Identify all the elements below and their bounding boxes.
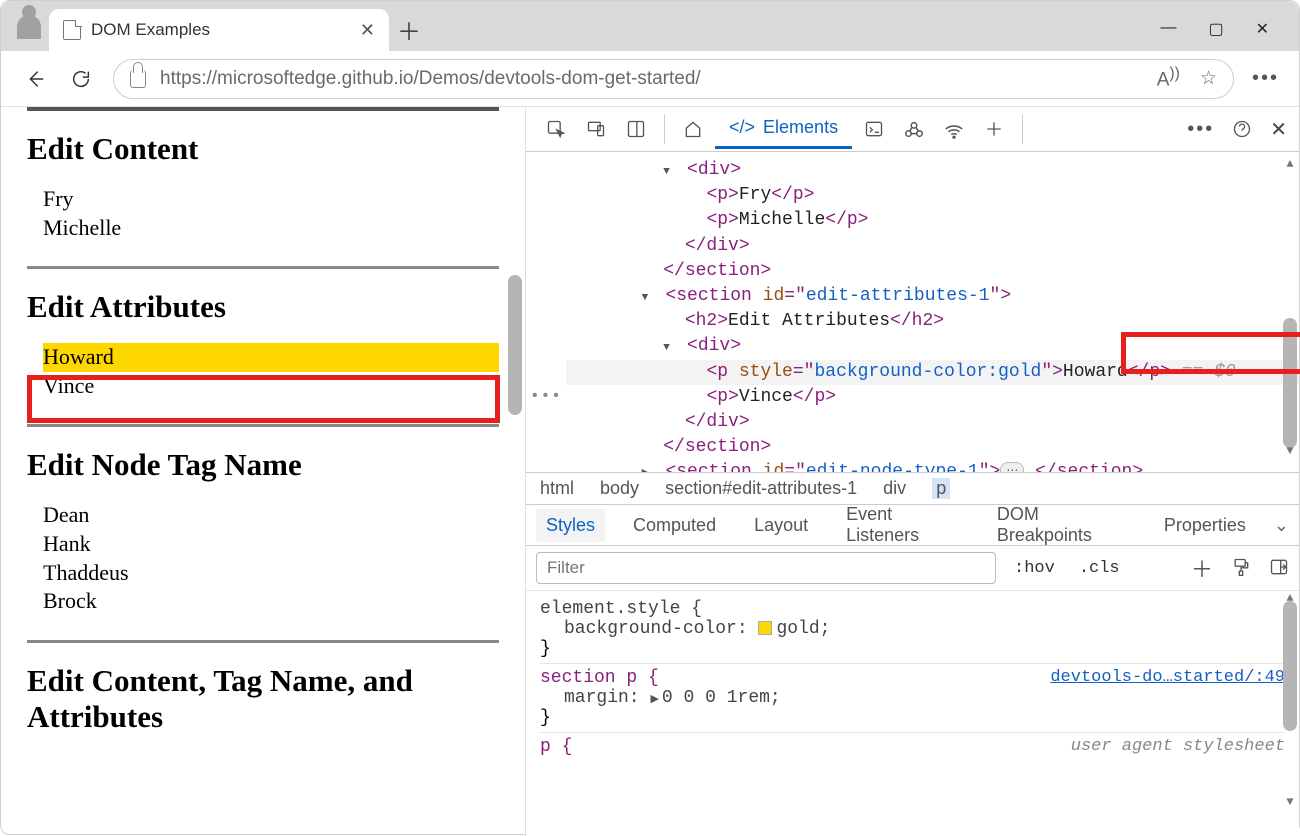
crumb[interactable]: section#edit-attributes-1 [665,478,857,499]
tab-title: DOM Examples [91,20,210,40]
list-item[interactable]: Brock [43,587,499,616]
collapsed-ellipsis-icon[interactable]: ⋯ [1000,462,1024,472]
list-item[interactable]: Thaddeus [43,559,499,588]
hov-toggle[interactable]: :hov [1008,557,1061,580]
dom-breakpoints-tab[interactable]: DOM Breakpoints [987,498,1136,552]
help-icon[interactable] [1224,111,1260,147]
profile-button[interactable] [9,7,49,47]
close-window-icon[interactable]: ✕ [1256,19,1269,39]
back-button[interactable] [21,65,49,93]
read-aloud-icon[interactable]: A)) [1157,65,1180,91]
browser-menu-button[interactable]: ••• [1252,67,1279,90]
browser-tabstrip: DOM Examples ✕ ＋ ― ▢ ✕ [1,1,1299,51]
computed-sidebar-icon[interactable] [1269,557,1289,580]
more-tabs-icon[interactable] [976,111,1012,147]
list-item[interactable]: Hank [43,530,499,559]
crumb-active[interactable]: p [932,478,950,499]
window-controls: ― ▢ ✕ [1160,19,1289,51]
page-content-pane: Edit Content Fry Michelle Edit Attribute… [1,107,526,836]
styles-rules[interactable]: element.style { background-color: gold; … [526,591,1299,836]
dom-tree[interactable]: ••• <div> <p>Fry</p> <p>Michelle</p> </d… [526,152,1299,472]
styles-filter-bar: :hov .cls ＋ [526,546,1299,591]
devtools-pane: </> Elements ••• ✕ ••• <div> <p>Fry</p> [526,107,1299,836]
dom-scrollbar[interactable]: ▲ ▼ [1283,158,1297,458]
device-emulation-icon[interactable] [578,111,614,147]
page-scrollbar[interactable] [508,115,522,815]
scrollbar-thumb[interactable] [1283,318,1297,448]
scroll-down-icon[interactable]: ▼ [1283,795,1297,809]
source-link[interactable]: devtools-do…started/:49 [1050,668,1285,687]
minimize-icon[interactable]: ― [1160,19,1176,39]
section-heading: Edit Content [27,131,499,167]
devtools-tabbar: </> Elements ••• ✕ [526,107,1299,152]
new-style-rule-icon[interactable]: ＋ [1191,552,1213,584]
styles-tabbar: Styles Computed Layout Event Listeners D… [526,504,1299,546]
list-item[interactable]: Michelle [43,214,499,243]
network-tab-icon[interactable] [936,111,972,147]
expand-shorthand-icon[interactable]: ▶ [650,692,658,706]
new-tab-button[interactable]: ＋ [389,9,429,49]
paint-icon[interactable] [1231,557,1251,580]
list-item[interactable]: Dean [43,501,499,530]
styles-filter-input[interactable] [536,552,996,584]
console-tab-icon[interactable] [856,111,892,147]
crumb[interactable]: html [540,478,574,499]
scroll-down-icon[interactable]: ▼ [1283,443,1297,460]
event-listeners-tab[interactable]: Event Listeners [836,498,969,552]
inspect-element-icon[interactable] [538,111,574,147]
close-tab-icon[interactable]: ✕ [360,20,375,41]
url-text: https://microsoftedge.github.io/Demos/de… [160,68,701,90]
computed-tab[interactable]: Computed [623,509,726,542]
scrollbar-thumb[interactable] [508,275,522,415]
refresh-button[interactable] [67,65,95,93]
list-item[interactable]: Fry [43,185,499,214]
close-devtools-icon[interactable]: ✕ [1270,117,1287,142]
lock-icon [130,70,146,88]
section-heading: Edit Attributes [27,289,499,325]
user-icon [17,15,41,39]
ua-stylesheet-label: user agent stylesheet [1071,737,1285,756]
code-icon: </> [729,117,755,138]
welcome-tab-icon[interactable] [675,111,711,147]
sources-tab-icon[interactable] [896,111,932,147]
crumb[interactable]: body [600,478,639,499]
list-item-highlighted[interactable]: Howard [43,343,499,372]
crumb[interactable]: div [883,478,906,499]
scrollbar-thumb[interactable] [1283,601,1297,731]
address-bar[interactable]: https://microsoftedge.github.io/Demos/de… [113,59,1234,99]
styles-scrollbar[interactable]: ▲ ▼ [1283,595,1297,805]
color-swatch-icon[interactable] [758,621,772,635]
browser-toolbar: https://microsoftedge.github.io/Demos/de… [1,51,1299,107]
dom-selected-row[interactable]: <p style="background-color:gold">Howard<… [566,360,1299,385]
dock-side-icon[interactable] [618,111,654,147]
layout-tab[interactable]: Layout [744,509,818,542]
styles-tab[interactable]: Styles [536,509,605,542]
scroll-up-icon[interactable]: ▲ [1283,156,1297,173]
more-tabs-chevron-icon[interactable]: ⌄ [1274,515,1289,536]
devtools-menu-icon[interactable]: ••• [1187,118,1214,141]
maximize-icon[interactable]: ▢ [1208,19,1223,39]
page-icon [63,20,81,40]
cls-toggle[interactable]: .cls [1073,557,1126,580]
section-heading: Edit Content, Tag Name, and Attributes [27,663,499,735]
elements-tab[interactable]: </> Elements [715,109,852,149]
row-actions-icon[interactable]: ••• [530,385,562,407]
favorite-icon[interactable]: ☆ [1200,67,1217,90]
browser-tab[interactable]: DOM Examples ✕ [49,9,389,51]
section-heading: Edit Node Tag Name [27,447,499,483]
properties-tab[interactable]: Properties [1154,509,1256,542]
list-item[interactable]: Vince [43,372,499,401]
